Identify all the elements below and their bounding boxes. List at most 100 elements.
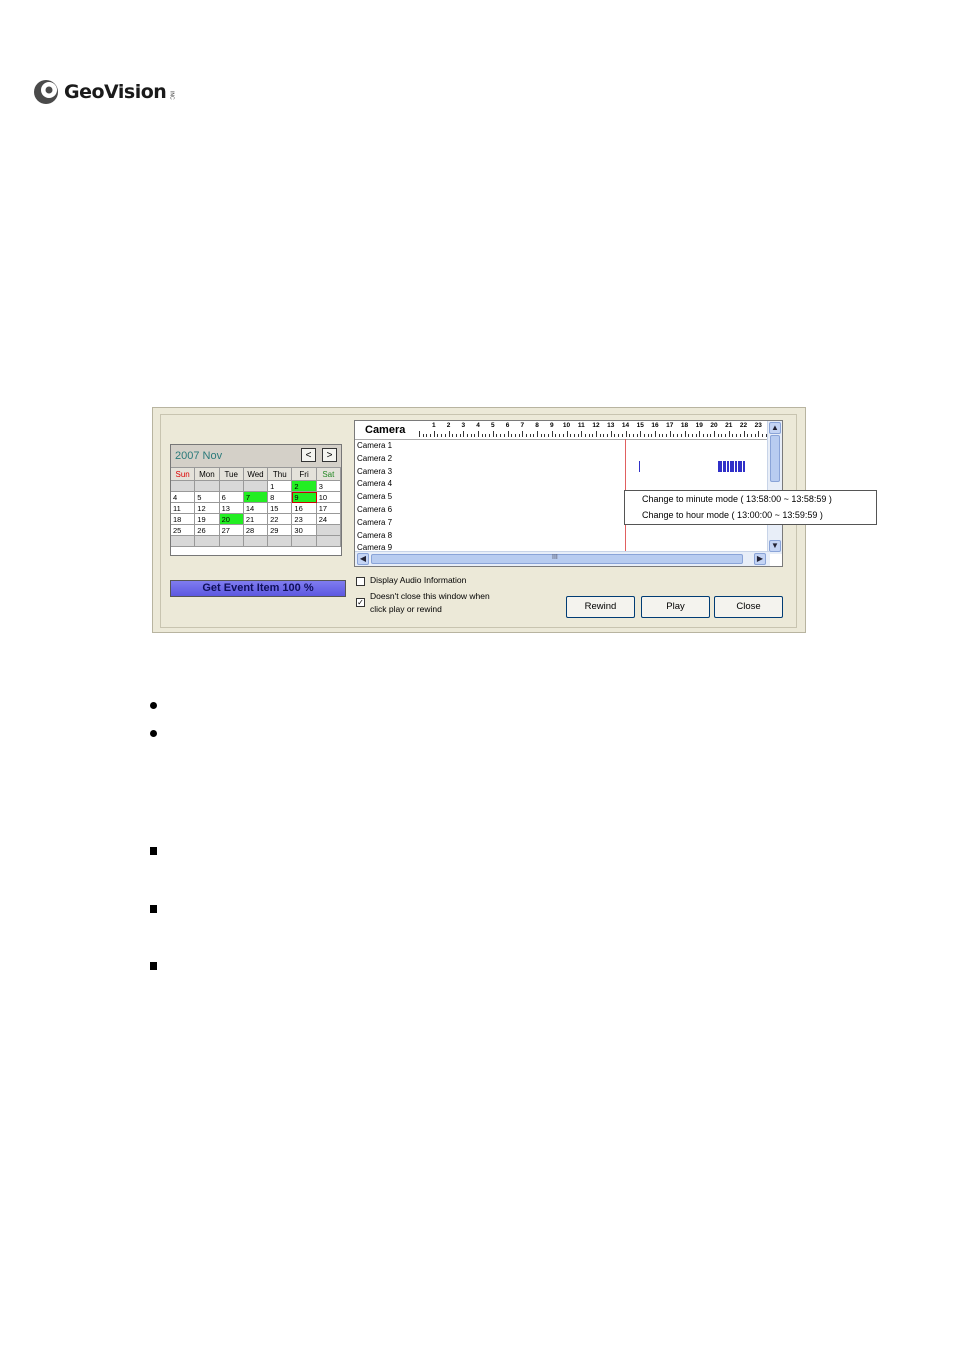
timeline-hour-label: 18 [680,422,689,429]
timeline-tick [444,434,446,437]
calendar-day[interactable]: 17 [316,503,341,514]
camera-row-label[interactable]: Camera 6 [357,505,392,514]
timeline-hour-label: 15 [636,422,644,429]
calendar-day[interactable]: 29 [268,525,293,536]
timeline-tick [680,434,682,437]
calendar-day[interactable]: 28 [243,525,269,536]
calendar-day[interactable]: 25 [171,525,196,536]
minute-mode-menu-item[interactable]: Change to minute mode ( 13:58:00 ~ 13:58… [642,494,832,504]
camera-row-label[interactable]: Camera 7 [357,518,392,527]
calendar-day[interactable]: 19 [195,514,220,525]
calendar-empty-cell [219,536,244,547]
next-month-button[interactable]: > [322,448,337,462]
event-mark [718,461,722,472]
event-mark [738,461,742,472]
calendar-day[interactable]: 4 [171,492,196,503]
timeline-tick [607,434,609,437]
event-mark [727,461,729,472]
calendar-day[interactable]: 24 [316,514,341,525]
timeline-tick [695,434,697,437]
camera-row-label[interactable]: Camera 2 [357,454,392,463]
timeline-tick [758,431,760,437]
calendar-day[interactable]: 11 [171,503,196,514]
horizontal-scrollbar[interactable]: ◀ III ▶ [355,551,770,566]
logo-trademark: INC [168,90,175,100]
timeline-tick [584,434,586,437]
camera-row-label[interactable]: Camera 5 [357,492,392,501]
timeline-tick [669,431,671,437]
timeline-tick [525,434,527,437]
play-button[interactable]: Play [641,596,710,618]
audio-info-label: Display Audio Information [370,575,467,585]
calendar-day[interactable]: 26 [195,525,220,536]
vertical-scroll-thumb[interactable] [770,435,780,482]
calendar-day[interactable]: 9 [292,492,317,503]
timeline-tick [688,434,690,437]
prev-month-button[interactable]: < [301,448,316,462]
timeline-tick [485,434,487,437]
calendar-day[interactable]: 1 [268,481,293,492]
timeline-tick [596,431,597,437]
timeline-tick [570,434,572,437]
calendar-day[interactable]: 30 [292,525,317,536]
timeline-tick [551,431,553,437]
calendar-day[interactable]: 21 [243,514,269,525]
calendar-empty-cell [243,536,269,547]
timeline-tick [511,434,513,437]
weekday-header: Sat [316,468,341,481]
timeline-hour-label: 13 [607,422,615,429]
bullet-square [150,905,157,913]
camera-row-label[interactable]: Camera 3 [357,467,392,476]
calendar-day[interactable]: 14 [243,503,269,514]
timeline-hour-label: 11 [577,422,585,429]
calendar-day[interactable]: 12 [195,503,220,514]
camera-row-label[interactable]: Camera 1 [357,441,392,450]
timeline-tick [559,434,561,437]
close-button[interactable]: Close [714,596,783,618]
timeline-tick [643,434,645,437]
rewind-button[interactable]: Rewind [566,596,635,618]
scroll-up-icon[interactable]: ▲ [769,422,781,434]
calendar-day[interactable]: 23 [292,514,317,525]
calendar-grid: Sun Mon Tue Wed Thu Fri Sat 1 2 3 4 5 6 7 8 9 10 11 12 13 14… [171,468,341,547]
calendar-day[interactable]: 2 [292,481,317,492]
calendar-day[interactable]: 3 [316,481,341,492]
keep-open-label-line1: Doesn't close this window when [370,591,490,601]
calendar-empty-cell [243,481,269,492]
calendar-title: 2007 Nov [175,450,223,462]
calendar-day[interactable]: 16 [292,503,317,514]
scroll-right-icon[interactable]: ▶ [754,553,766,565]
timeline-hour-label: 10 [562,422,571,429]
scroll-left-icon[interactable]: ◀ [357,553,369,565]
audio-info-checkbox[interactable] [356,577,365,586]
calendar-day[interactable]: 13 [219,503,244,514]
keep-open-checkbox[interactable]: ✓ [356,598,365,607]
calendar-day[interactable]: 10 [316,492,341,503]
calendar-day[interactable]: 6 [219,492,244,503]
timeline-tick [684,431,686,437]
timeline-tick [621,434,623,437]
timeline-tick [518,434,520,437]
calendar-day[interactable]: 18 [171,514,196,525]
hour-mode-menu-item[interactable]: Change to hour mode ( 13:00:00 ~ 13:59:5… [642,510,823,520]
timeline-hour-label: 7 [520,422,525,429]
calendar-day[interactable]: 7 [243,492,269,503]
calendar-empty-cell [316,525,341,536]
calendar-day[interactable]: 8 [268,492,293,503]
vertical-scrollbar[interactable]: ▲ ▼ [767,421,782,554]
calendar-day[interactable]: 20 [219,514,244,525]
horizontal-scroll-thumb[interactable]: III [371,554,743,564]
calendar-day[interactable]: 22 [268,514,293,525]
timeline-hour-label: 20 [710,422,718,429]
timeline-tick [577,434,579,437]
calendar-day[interactable]: 27 [219,525,244,536]
camera-row-label[interactable]: Camera 8 [357,531,392,540]
calendar-day[interactable]: 5 [195,492,220,503]
timeline-tick [614,434,616,437]
calendar-day[interactable]: 15 [268,503,293,514]
scroll-down-icon[interactable]: ▼ [769,540,781,552]
timeline-tick [452,434,454,437]
weekday-header: Tue [219,468,244,481]
camera-row-label[interactable]: Camera 4 [357,479,392,488]
timeline-tick [470,434,472,437]
